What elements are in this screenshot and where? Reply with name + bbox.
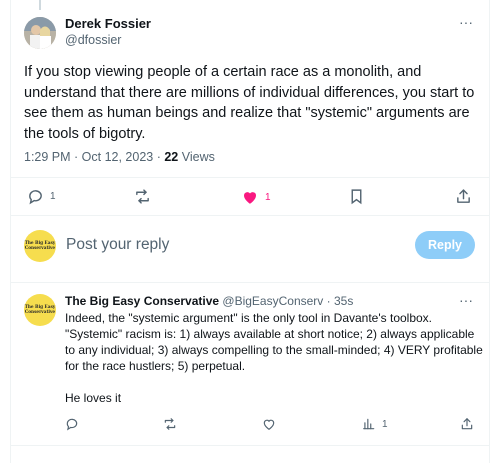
views-chart-icon [363, 418, 375, 430]
views-count: 22 [164, 150, 179, 164]
like-count: 1 [265, 191, 271, 203]
share-button[interactable] [455, 188, 472, 205]
composer-avatar[interactable]: The Big Easy Conservative [24, 230, 56, 262]
comment-avatar[interactable]: The Big Easy Conservative [24, 294, 56, 326]
tweet-timestamp[interactable]: 1:29 PM · Oct 12, 2023 · [24, 150, 164, 164]
retweet-icon [136, 189, 149, 204]
views-label: Views [178, 150, 215, 164]
thread-connector [39, 0, 41, 10]
comment-header: The Big Easy Conservative @BigEasyConser… [65, 294, 353, 308]
share-icon [461, 418, 473, 430]
author-avatar[interactable] [24, 17, 56, 49]
author-name[interactable]: Derek Fossier [65, 16, 151, 31]
tweet-text: If you stop viewing people of a certain … [24, 64, 475, 142]
author-handle[interactable]: @dfossier [65, 33, 121, 47]
retweet-icon [164, 418, 176, 430]
comment-like-button[interactable] [262, 417, 276, 431]
divider [10, 282, 490, 283]
retweet-button[interactable] [134, 188, 157, 205]
reply-button[interactable]: 1 [27, 188, 56, 205]
heart-icon [244, 192, 256, 204]
comment-dot: · [323, 294, 334, 308]
bookmark-button[interactable] [348, 188, 365, 205]
comment-views-button[interactable]: 1 [362, 417, 388, 431]
comment-views-count: 1 [382, 418, 388, 430]
comment-reply-button[interactable] [65, 417, 79, 431]
more-options-button[interactable]: ··· [459, 14, 473, 30]
reply-submit-button[interactable]: Reply [415, 231, 475, 259]
bookmark-icon [351, 189, 362, 205]
divider [10, 177, 490, 178]
comment-retweet-button[interactable] [163, 417, 177, 431]
like-button[interactable]: 1 [241, 188, 271, 206]
heart-icon [263, 419, 275, 430]
comment-share-button[interactable] [460, 417, 474, 431]
reply-icon [66, 418, 78, 431]
divider [10, 215, 490, 216]
share-icon [457, 189, 470, 203]
comment-text: Indeed, the "systemic argument" is the o… [65, 311, 483, 373]
comment-more-button[interactable]: ··· [459, 292, 473, 308]
reply-input[interactable]: Post your reply [66, 236, 169, 254]
reply-count: 1 [50, 191, 56, 202]
divider [10, 445, 490, 446]
comment-author-name[interactable]: The Big Easy Conservative [65, 294, 219, 308]
tweet-meta: 1:29 PM · Oct 12, 2023 · 22 Views [24, 150, 215, 164]
comment-author-handle[interactable]: @BigEasyConserv [222, 294, 323, 308]
reply-icon [29, 190, 42, 205]
comment-time[interactable]: 35s [334, 294, 353, 308]
comment-text-line2: He loves it [65, 391, 122, 405]
